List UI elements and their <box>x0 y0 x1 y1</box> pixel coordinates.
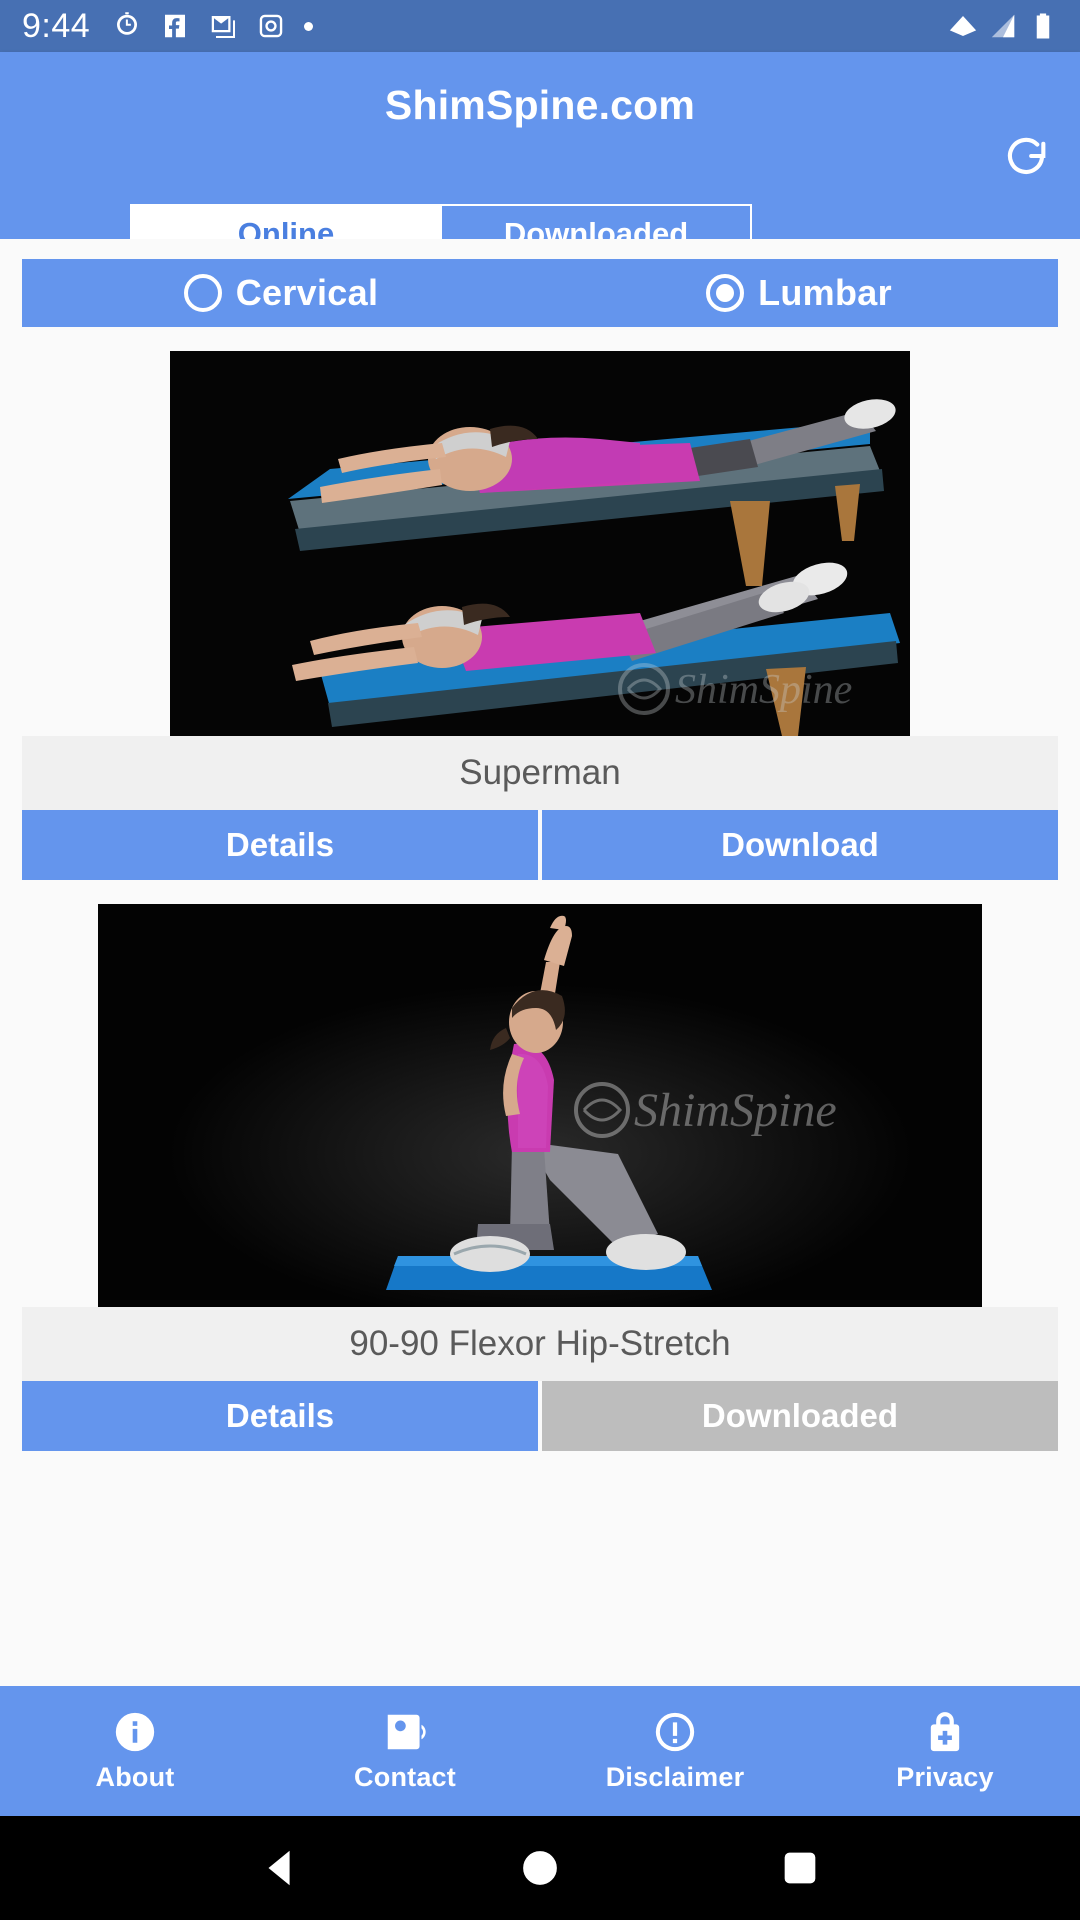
status-system-icons <box>948 11 1058 41</box>
android-system-nav <box>0 1816 1080 1920</box>
status-bar: 9:44 <box>0 0 1080 52</box>
nav-item-contact-label: Contact <box>354 1762 456 1792</box>
exercise-illustration: ShimSpine <box>170 351 910 736</box>
exercise-illustration: ShimSpine <box>98 904 982 1307</box>
radio-cervical-label: Cervical <box>235 272 379 313</box>
page-title: ShimSpine.com <box>384 82 696 128</box>
radio-lumbar-icon <box>706 274 745 312</box>
wifi-icon <box>948 11 978 41</box>
dot-icon <box>304 21 314 31</box>
svg-text:ShimSpine: ShimSpine <box>675 667 852 713</box>
exercise-actions: Details Download <box>22 810 1058 880</box>
downloaded-button: Downloaded <box>542 1381 1058 1451</box>
radio-cervical-icon <box>183 274 222 312</box>
region-radio-group: Cervical Lumbar <box>22 259 1058 327</box>
exercise-title: 90-90 Flexor Hip-Stretch <box>22 1307 1058 1381</box>
downloaded-button-label: Downloaded <box>701 1397 899 1434</box>
exercise-actions: Details Downloaded <box>22 1381 1058 1451</box>
gmail-icon <box>208 11 238 41</box>
status-notification-icons <box>112 11 948 41</box>
alarm-icon <box>112 11 142 41</box>
nav-item-about-label: About <box>95 1762 175 1792</box>
contact-card-icon <box>382 1709 428 1755</box>
radio-option-lumbar[interactable]: Lumbar <box>540 272 1058 314</box>
nav-item-disclaimer[interactable]: Disclaimer <box>540 1709 810 1793</box>
exercise-card: ShimSpine Superman Details Download <box>0 351 1080 880</box>
svg-text:ShimSpine: ShimSpine <box>634 1084 837 1137</box>
radio-option-cervical[interactable]: Cervical <box>22 272 540 314</box>
exercise-list-scroll-area[interactable]: Cervical Lumbar ShimSpine Superman Detai… <box>0 239 1080 1686</box>
refresh-icon[interactable] <box>1000 130 1052 182</box>
details-button-label: Details <box>225 826 335 863</box>
bottom-navigation-bar: About Contact Disclaimer Privacy <box>0 1686 1080 1816</box>
download-button[interactable]: Download <box>542 810 1058 880</box>
exercise-image[interactable]: ShimSpine <box>98 904 982 1307</box>
exercise-card: ShimSpine 90-90 Flexor Hip-Stretch Detai… <box>0 904 1080 1451</box>
nav-item-disclaimer-label: Disclaimer <box>605 1762 745 1792</box>
battery-icon <box>1028 11 1058 41</box>
circle-icon[interactable] <box>517 1845 563 1891</box>
nav-item-contact[interactable]: Contact <box>270 1709 540 1793</box>
details-button-label: Details <box>225 1397 335 1434</box>
app-bar: ShimSpine.com Online Downloaded <box>0 52 1080 264</box>
exclamation-circle-icon <box>652 1709 698 1755</box>
info-circle-icon <box>112 1709 158 1755</box>
nav-item-privacy[interactable]: Privacy <box>810 1709 1080 1793</box>
lock-plus-icon <box>922 1709 968 1755</box>
status-clock: 9:44 <box>22 7 91 45</box>
exercise-image[interactable]: ShimSpine <box>170 351 910 736</box>
radio-lumbar-label: Lumbar <box>758 272 892 313</box>
nav-item-privacy-label: Privacy <box>896 1762 994 1792</box>
square-icon[interactable] <box>777 1845 823 1891</box>
details-button[interactable]: Details <box>22 810 538 880</box>
triangle-left-icon[interactable] <box>257 1845 303 1891</box>
cell-signal-icon <box>988 11 1018 41</box>
nav-item-about[interactable]: About <box>0 1709 270 1793</box>
download-button-label: Download <box>721 826 879 863</box>
details-button[interactable]: Details <box>22 1381 538 1451</box>
instagram-icon <box>256 11 286 41</box>
facebook-icon <box>160 11 190 41</box>
exercise-title: Superman <box>22 736 1058 810</box>
